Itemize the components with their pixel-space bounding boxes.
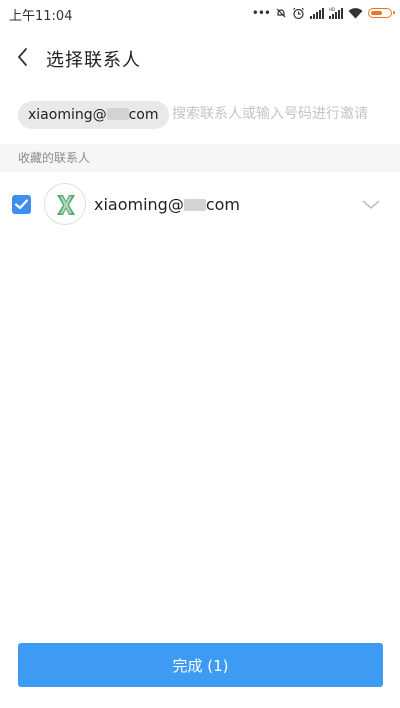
chip-name-prefix: xiaoming@ (28, 107, 107, 123)
status-bar: 上午11:04 ••• HD (0, 0, 400, 26)
contact-row[interactable]: xiaoming@ com (0, 178, 400, 232)
status-time: 上午11:04 (9, 9, 73, 24)
wifi-icon (348, 7, 363, 18)
selected-contact-chip[interactable]: xiaoming@ com (18, 101, 169, 129)
excel-x-logo-icon (57, 195, 75, 215)
contact-name: xiaoming@ com (94, 195, 240, 214)
header: 选择联系人 (0, 38, 400, 78)
chevron-down-icon[interactable] (362, 200, 380, 210)
chip-name-suffix: com (128, 107, 159, 123)
dnd-icon (276, 8, 286, 18)
svg-text:HD: HD (329, 7, 335, 12)
section-header: 收藏的联系人 (0, 144, 400, 172)
hd-signal-icon: HD (329, 7, 343, 19)
back-button[interactable] (12, 44, 36, 70)
alarm-icon (293, 7, 304, 19)
done-button[interactable]: 完成 (1) (18, 643, 383, 687)
contact-name-prefix: xiaoming@ (94, 195, 184, 214)
section-label: 收藏的联系人 (18, 151, 91, 165)
redacted-mask (106, 108, 129, 120)
contact-checkbox[interactable] (12, 195, 31, 214)
status-icons: ••• HD (251, 4, 395, 22)
battery-icon (368, 8, 395, 18)
search-row: xiaoming@ com (0, 96, 400, 134)
signal-icon (310, 7, 324, 19)
more-dots-icon: ••• (251, 6, 271, 20)
avatar (44, 183, 86, 225)
check-icon (14, 199, 29, 210)
page-title: 选择联系人 (46, 50, 141, 71)
redacted-mask (183, 199, 206, 211)
chevron-left-icon (17, 48, 27, 66)
contact-name-suffix: com (205, 195, 241, 214)
search-input[interactable] (172, 102, 400, 126)
